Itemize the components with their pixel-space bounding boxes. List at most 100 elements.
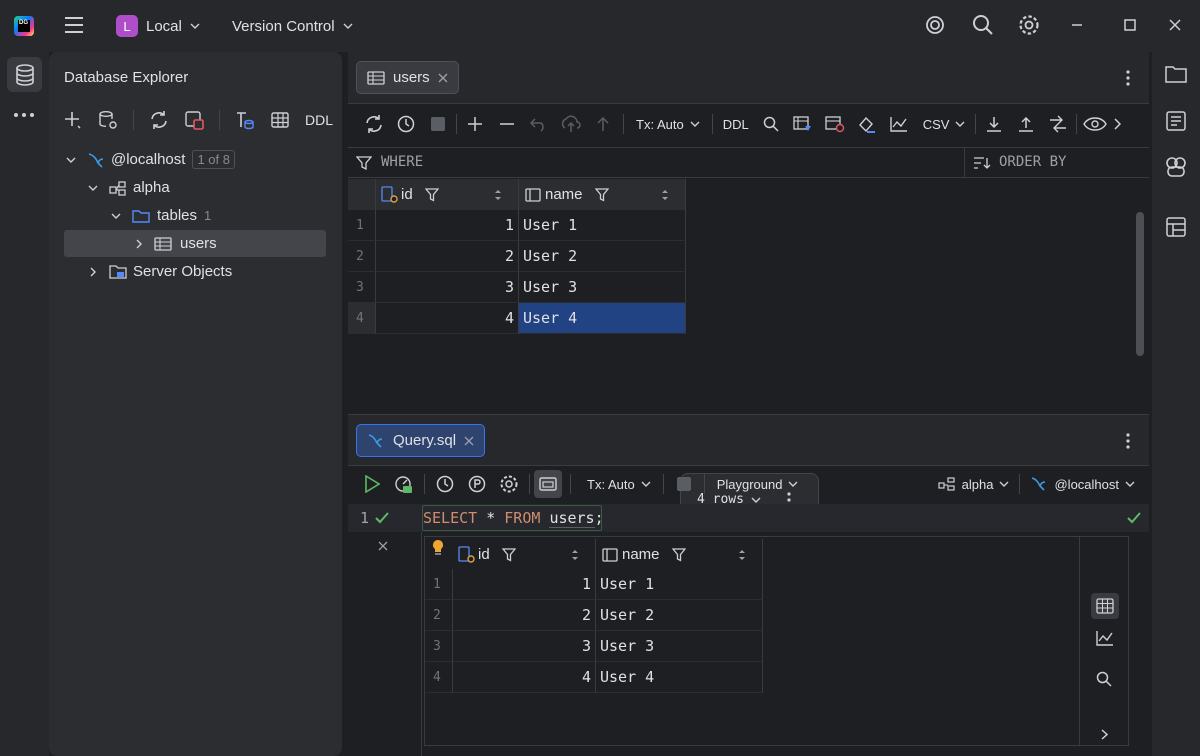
tree-item-server-objects[interactable]: Server Objects <box>64 258 326 285</box>
cell-name[interactable]: User 3 <box>519 272 686 303</box>
tree-item-users[interactable]: users <box>64 230 326 257</box>
ddl-button[interactable]: DDL <box>717 117 755 132</box>
ddl-button[interactable]: DDL <box>305 112 333 128</box>
row-number[interactable]: 2 <box>425 600 453 631</box>
sort-arrows-icon[interactable] <box>494 189 502 201</box>
main-menu-icon[interactable] <box>64 16 84 34</box>
sort-arrows-icon[interactable] <box>738 549 746 561</box>
tab-users[interactable]: users <box>356 61 459 94</box>
ai-chat-icon[interactable] <box>1165 156 1187 178</box>
row-number[interactable]: 3 <box>348 272 376 303</box>
highlight-icon[interactable] <box>851 110 883 138</box>
more-tools-icon[interactable] <box>13 112 35 118</box>
reload-icon[interactable] <box>358 110 390 138</box>
view-options-eye-icon[interactable] <box>1079 110 1111 138</box>
export-format-dropdown[interactable]: CSV <box>915 117 974 132</box>
history-icon[interactable] <box>390 110 422 138</box>
project-selector[interactable]: L Local <box>116 14 200 38</box>
vertical-scrollbar[interactable] <box>1136 212 1144 356</box>
cell-name[interactable]: User 4 <box>596 662 763 693</box>
schema-selector[interactable]: alpha <box>932 476 1016 492</box>
cell-name[interactable]: User 3 <box>596 631 763 662</box>
chevron-right-icon[interactable] <box>1111 110 1123 138</box>
close-tab-icon[interactable] <box>438 73 448 83</box>
chevron-down-icon[interactable] <box>109 213 123 219</box>
cell-name[interactable]: User 1 <box>596 569 763 600</box>
table-view-icon[interactable] <box>270 110 290 130</box>
column-header-id[interactable]: id <box>376 179 519 210</box>
table-view-icon[interactable] <box>1091 593 1119 619</box>
add-icon[interactable] <box>63 110 83 130</box>
transaction-mode-dropdown[interactable]: Tx: Auto <box>579 477 659 492</box>
search-icon[interactable] <box>1096 671 1112 687</box>
column-filter-icon[interactable] <box>594 187 609 202</box>
refresh-icon[interactable] <box>149 110 169 130</box>
result-column-header-id[interactable]: id <box>453 539 596 570</box>
settings-gear-icon[interactable] <box>1018 14 1040 36</box>
sort-arrows-icon[interactable] <box>661 189 669 201</box>
app-logo[interactable]: DG <box>14 16 34 36</box>
cell-id[interactable]: 3 <box>376 272 519 303</box>
upload-icon[interactable] <box>1010 110 1042 138</box>
settings-gear-icon[interactable] <box>493 470 525 498</box>
cell-name[interactable]: User 2 <box>596 600 763 631</box>
tab-query-sql[interactable]: Query.sql <box>356 424 486 457</box>
cell-name[interactable]: User 2 <box>519 241 686 272</box>
column-filter-icon[interactable] <box>424 187 439 202</box>
maximize-icon[interactable] <box>1123 18 1137 32</box>
view-query-icon[interactable] <box>819 110 851 138</box>
row-number[interactable]: 2 <box>348 241 376 272</box>
order-by-input[interactable]: ORDER BY <box>999 154 1066 170</box>
ai-assistant-icon[interactable] <box>924 14 946 36</box>
search-icon[interactable] <box>755 110 787 138</box>
transaction-mode-dropdown[interactable]: Tx: Auto <box>628 117 708 132</box>
inspection-ok-check-icon[interactable] <box>1127 512 1141 524</box>
column-filter-icon[interactable] <box>671 547 686 562</box>
cell-id[interactable]: 1 <box>453 569 596 600</box>
cell-id[interactable]: 1 <box>376 210 519 241</box>
row-number[interactable]: 1 <box>348 210 376 241</box>
notes-icon[interactable] <box>1165 110 1187 132</box>
data-source-properties-icon[interactable] <box>98 110 118 130</box>
chart-icon[interactable] <box>883 110 915 138</box>
close-result-icon[interactable] <box>377 540 389 552</box>
row-number[interactable]: 4 <box>425 662 453 693</box>
chevron-right-icon[interactable] <box>132 239 146 249</box>
chevron-down-icon[interactable] <box>64 157 78 163</box>
parameters-icon[interactable] <box>461 470 493 498</box>
datasource-selector[interactable]: @localhost <box>1024 476 1141 492</box>
result-column-header-name[interactable]: name <box>596 539 763 570</box>
cell-id[interactable]: 2 <box>376 241 519 272</box>
playground-dropdown[interactable]: Playground <box>709 477 807 492</box>
row-number[interactable]: 3 <box>425 631 453 662</box>
add-row-icon[interactable] <box>459 110 491 138</box>
lightbulb-icon[interactable] <box>431 539 445 557</box>
explain-plan-icon[interactable] <box>388 470 420 498</box>
cell-name[interactable]: User 4 <box>519 303 686 334</box>
search-icon[interactable] <box>972 14 994 36</box>
chevron-right-icon[interactable] <box>86 267 100 277</box>
chart-icon[interactable] <box>1095 629 1115 647</box>
delete-row-icon[interactable] <box>491 110 523 138</box>
database-explorer-tool-button[interactable] <box>7 57 42 92</box>
in-editor-results-toggle-icon[interactable] <box>534 470 562 498</box>
sort-arrows-icon[interactable] <box>571 549 579 561</box>
folder-icon[interactable] <box>1165 64 1187 84</box>
cell-id[interactable]: 4 <box>453 662 596 693</box>
row-number[interactable]: 1 <box>425 569 453 600</box>
cell-id[interactable]: 4 <box>376 303 519 334</box>
minimize-icon[interactable] <box>1070 18 1084 32</box>
more-options-icon[interactable] <box>1126 70 1130 86</box>
history-icon[interactable] <box>429 470 461 498</box>
where-input[interactable]: WHERE <box>381 154 423 170</box>
services-icon[interactable] <box>1165 216 1187 238</box>
chevron-right-icon[interactable] <box>1101 729 1108 740</box>
disconnect-icon[interactable] <box>184 110 204 130</box>
close-tab-icon[interactable] <box>464 436 474 446</box>
download-icon[interactable] <box>978 110 1010 138</box>
more-options-icon[interactable] <box>1126 433 1130 449</box>
cell-id[interactable]: 3 <box>453 631 596 662</box>
tree-item-localhost[interactable]: @localhost 1 of 8 <box>64 146 326 173</box>
close-window-icon[interactable] <box>1168 18 1182 32</box>
cell-name[interactable]: User 1 <box>519 210 686 241</box>
